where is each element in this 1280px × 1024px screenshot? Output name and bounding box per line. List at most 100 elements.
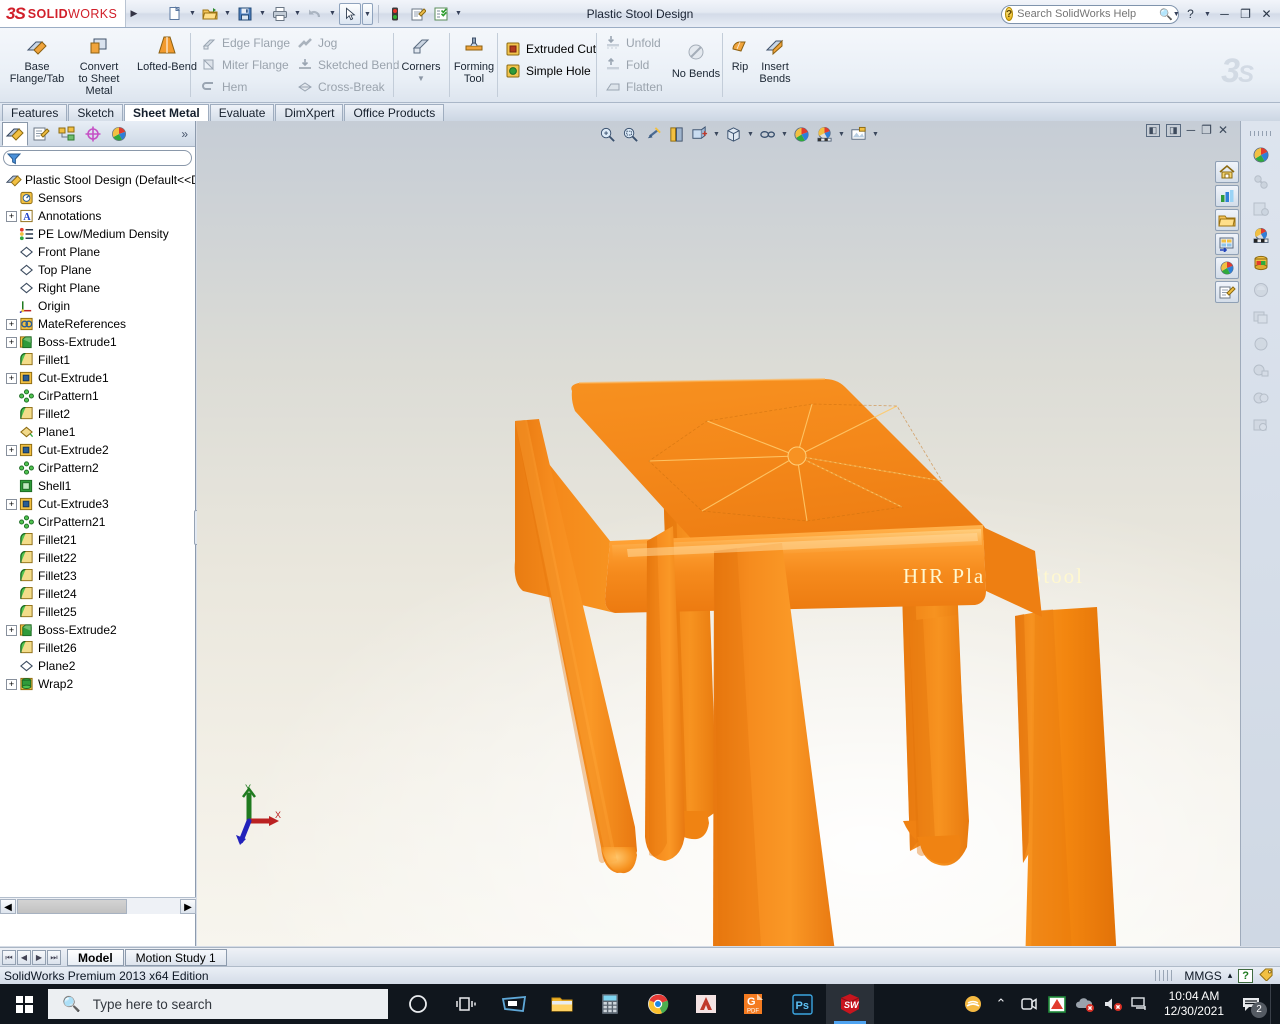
antivirus-icon[interactable]: [1044, 984, 1070, 1024]
help-icon[interactable]: ?: [1181, 4, 1200, 24]
lofted-bend-button[interactable]: Lofted-Bend: [130, 28, 204, 73]
solidworks-icon[interactable]: SW: [826, 984, 874, 1024]
file-explorer-icon[interactable]: [538, 984, 586, 1024]
search-magnifier-icon[interactable]: 🔍: [1159, 8, 1173, 21]
expand-toggle-icon[interactable]: +: [6, 678, 17, 690]
jog-button[interactable]: Jog: [292, 32, 341, 54]
help-caret-icon[interactable]: ▼: [1202, 11, 1213, 18]
view-folder-icon[interactable]: [1215, 209, 1239, 231]
view-chart-icon[interactable]: [1215, 185, 1239, 207]
tree-item-plane1[interactable]: Plane1: [4, 423, 195, 441]
view-appearance-icon[interactable]: [1215, 257, 1239, 279]
tree-item-cirpattern1[interactable]: CirPattern1: [4, 387, 195, 405]
tree-item-shell1[interactable]: Shell1: [4, 477, 195, 495]
tree-item-wrap2[interactable]: + Wrap2: [4, 675, 195, 693]
tab-office-products[interactable]: Office Products: [344, 104, 445, 121]
next-tab-button[interactable]: ▶: [32, 949, 46, 965]
photoview-items-icon[interactable]: [1249, 306, 1273, 328]
tab-evaluate[interactable]: Evaluate: [209, 104, 275, 121]
tree-horizontal-scrollbar[interactable]: ◀ ▶: [0, 897, 196, 914]
forming-tool-button[interactable]: Forming Tool: [452, 28, 496, 85]
tab-model[interactable]: Model: [67, 948, 124, 966]
scroll-thumb[interactable]: [17, 898, 127, 914]
tree-item-fillet26[interactable]: Fillet26: [4, 639, 195, 657]
tree-item-boss-extrude2[interactable]: + Boss-Extrude2: [4, 621, 195, 639]
first-tab-button[interactable]: ⏮: [2, 949, 16, 965]
view-palette-icon[interactable]: [1249, 225, 1273, 247]
no-bends-button[interactable]: No Bends: [668, 28, 724, 80]
tree-item-pe-low-medium-density[interactable]: PE Low/Medium Density: [4, 225, 195, 243]
dimxpert-manager-tab[interactable]: [80, 122, 106, 146]
custom-properties-icon[interactable]: [1249, 279, 1273, 301]
task-pane-grip[interactable]: [1249, 131, 1272, 136]
scroll-right-button[interactable]: ▶: [180, 898, 196, 914]
convert-to-sheet-metal-button[interactable]: Convert to Sheet Metal: [68, 28, 130, 97]
restore-button[interactable]: ❐: [1236, 4, 1255, 24]
view-custom-icon[interactable]: [1215, 281, 1239, 303]
search-caret-icon[interactable]: ▼: [1173, 11, 1180, 18]
file-explorer-icon[interactable]: [1249, 198, 1273, 220]
scroll-left-button[interactable]: ◀: [0, 898, 16, 914]
rip-button[interactable]: Rip: [726, 28, 754, 73]
tree-item-front-plane[interactable]: Front Plane: [4, 243, 195, 261]
notification-center-button[interactable]: 2: [1234, 984, 1268, 1024]
status-help-icon[interactable]: ?: [1238, 968, 1253, 983]
google-chrome-icon[interactable]: [634, 984, 682, 1024]
tree-item-fillet2[interactable]: Fillet2: [4, 405, 195, 423]
minimize-button[interactable]: ─: [1215, 4, 1234, 24]
tree-item-sensors[interactable]: Sensors: [4, 189, 195, 207]
plastic-stool-3d-model[interactable]: HIR Plastic Stool: [197, 121, 1280, 946]
tab-dimxpert[interactable]: DimXpert: [275, 104, 344, 121]
property-manager-tab[interactable]: [28, 122, 54, 146]
volume-muted-icon[interactable]: [1100, 984, 1126, 1024]
graphics-viewport[interactable]: ▼ ▼ ▼ ▼ ▼ ◧ ◨ ─ ❐ ✕ HIR Stool Y X: [197, 121, 1280, 946]
snipping-tool-icon[interactable]: [490, 984, 538, 1024]
tree-item-top-plane[interactable]: Top Plane: [4, 261, 195, 279]
network-disconnected-icon[interactable]: [1128, 984, 1154, 1024]
unfold-button[interactable]: Unfold: [600, 32, 665, 54]
expand-toggle-icon[interactable]: +: [6, 210, 17, 222]
previous-tab-button[interactable]: ◀: [17, 949, 31, 965]
cortana-icon[interactable]: [394, 984, 442, 1024]
tree-root-node[interactable]: Plastic Stool Design (Default<<D: [4, 171, 195, 189]
tab-sketch[interactable]: Sketch: [68, 104, 124, 121]
tree-item-fillet23[interactable]: Fillet23: [4, 567, 195, 585]
extruded-cut-button[interactable]: Extruded Cut: [500, 38, 600, 60]
manager-tabs-chevron-icon[interactable]: »: [181, 127, 188, 141]
photoshop-icon[interactable]: Ps: [778, 984, 826, 1024]
tree-item-origin[interactable]: Origin: [4, 297, 195, 315]
tab-sheet-metal[interactable]: Sheet Metal: [124, 104, 209, 121]
taskbar-clock[interactable]: 10:04 AM 12/30/2021: [1156, 989, 1232, 1019]
camera-icon[interactable]: [1016, 984, 1042, 1024]
feature-tree-filter[interactable]: [3, 150, 192, 166]
insert-bends-button[interactable]: Insert Bends: [754, 28, 796, 85]
tree-item-fillet25[interactable]: Fillet25: [4, 603, 195, 621]
tree-item-cirpattern2[interactable]: CirPattern2: [4, 459, 195, 477]
calculator-icon[interactable]: [586, 984, 634, 1024]
photoview-options-icon[interactable]: [1249, 333, 1273, 355]
show-desktop-button[interactable]: [1270, 984, 1276, 1024]
corners-dropdown-caret-icon[interactable]: ▼: [397, 73, 445, 85]
base-flange-tab-button[interactable]: Base Flange/Tab: [6, 28, 68, 85]
corners-button[interactable]: Corners ▼: [397, 28, 445, 85]
tree-item-fillet22[interactable]: Fillet22: [4, 549, 195, 567]
display-manager-tab[interactable]: [106, 122, 132, 146]
expand-toggle-icon[interactable]: +: [6, 336, 17, 348]
tree-item-plane2[interactable]: Plane2: [4, 657, 195, 675]
tree-item-right-plane[interactable]: Right Plane: [4, 279, 195, 297]
expand-toggle-icon[interactable]: +: [6, 444, 17, 456]
view-layout-icon[interactable]: [1215, 233, 1239, 255]
expand-toggle-icon[interactable]: +: [6, 318, 17, 330]
expand-toggle-icon[interactable]: +: [6, 624, 17, 636]
tree-item-cut-extrude2[interactable]: + Cut-Extrude2: [4, 441, 195, 459]
view-home-icon[interactable]: [1215, 161, 1239, 183]
configuration-manager-tab[interactable]: [54, 122, 80, 146]
solidworks-resources-icon[interactable]: [1249, 144, 1273, 166]
tree-item-cut-extrude1[interactable]: + Cut-Extrude1: [4, 369, 195, 387]
edge-flange-button[interactable]: Edge Flange: [196, 32, 294, 54]
tree-item-fillet24[interactable]: Fillet24: [4, 585, 195, 603]
close-button[interactable]: ✕: [1257, 4, 1276, 24]
simple-hole-button[interactable]: Simple Hole: [500, 60, 595, 82]
tree-item-fillet21[interactable]: Fillet21: [4, 531, 195, 549]
photoview-scene-icon[interactable]: [1249, 360, 1273, 382]
